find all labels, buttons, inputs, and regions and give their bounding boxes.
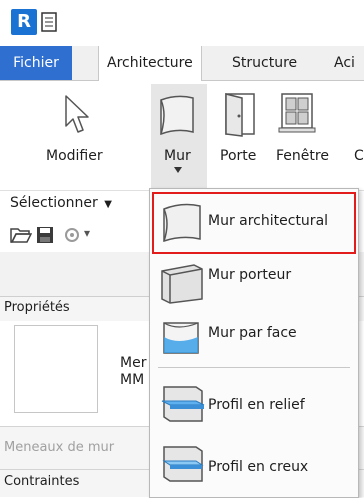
menu-item-label: Profil en creux bbox=[208, 459, 309, 475]
structural-wall-icon bbox=[161, 264, 203, 304]
type-selector[interactable]: Meneaux de mur bbox=[4, 440, 114, 455]
wall-icon[interactable] bbox=[157, 92, 199, 138]
menu-item-label: Mur par face bbox=[208, 325, 297, 341]
tab-structure[interactable]: Structure bbox=[224, 46, 305, 80]
selectionner-panel[interactable]: Sélectionner ▼ bbox=[10, 195, 112, 211]
selectionner-arrow-icon[interactable]: ▼ bbox=[104, 199, 112, 210]
door-icon[interactable] bbox=[220, 90, 260, 138]
menu-item-mur-porteur[interactable]: Mur porteur bbox=[150, 253, 358, 313]
menu-item-profil-en-relief[interactable]: Profil en relief bbox=[150, 375, 358, 435]
sync-icon[interactable] bbox=[62, 226, 82, 244]
open-folder-icon[interactable] bbox=[10, 226, 32, 244]
window-icon[interactable] bbox=[276, 90, 318, 136]
wall-reveal-icon bbox=[162, 446, 204, 482]
menu-item-label: Mur porteur bbox=[208, 267, 292, 283]
selectionner-label[interactable]: Sélectionner bbox=[10, 195, 98, 211]
type-name-line1[interactable]: Mer bbox=[120, 355, 146, 371]
type-name-line2[interactable]: MM bbox=[120, 372, 144, 388]
wall-sweep-icon bbox=[161, 386, 205, 422]
cursor-arrow-icon[interactable] bbox=[58, 92, 92, 138]
ceiling-label[interactable]: C bbox=[354, 148, 364, 164]
contraintes-label: Contraintes bbox=[4, 474, 80, 489]
document-icon[interactable] bbox=[41, 12, 57, 32]
qat-dropdown-icon[interactable]: ▾ bbox=[84, 226, 90, 240]
mur-label[interactable]: Mur bbox=[164, 148, 191, 164]
chevron-down-icon[interactable] bbox=[174, 167, 182, 173]
app-logo[interactable]: R bbox=[11, 9, 37, 35]
wall-by-face-icon bbox=[163, 322, 199, 354]
tab-architecture[interactable]: Architecture bbox=[98, 46, 202, 81]
menu-item-profil-en-creux[interactable]: Profil en creux bbox=[150, 437, 358, 497]
properties-title: Propriétés bbox=[4, 300, 70, 315]
porte-label[interactable]: Porte bbox=[220, 148, 256, 164]
menu-item-label: Profil en relief bbox=[208, 397, 305, 413]
tab-acier[interactable]: Aci bbox=[326, 46, 363, 80]
type-preview bbox=[14, 325, 98, 413]
save-icon[interactable] bbox=[36, 226, 54, 244]
menu-item-mur-par-face[interactable]: Mur par face bbox=[150, 313, 358, 373]
highlight-box bbox=[152, 192, 356, 254]
fenetre-label[interactable]: Fenêtre bbox=[276, 148, 329, 164]
tab-fichier[interactable]: Fichier bbox=[0, 46, 72, 80]
menu-separator bbox=[158, 367, 350, 368]
modifier-label[interactable]: Modifier bbox=[46, 148, 103, 164]
